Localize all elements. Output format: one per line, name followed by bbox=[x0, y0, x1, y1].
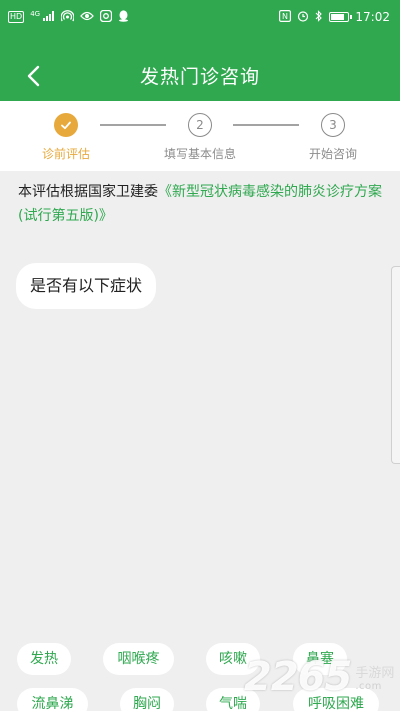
step-indicator: 2 3 诊前评估 填写基本信息 开始咨询 bbox=[0, 101, 400, 171]
signal-icon: 4G bbox=[30, 9, 55, 24]
symptom-chip-chest-tightness[interactable]: 胸闷 bbox=[120, 688, 174, 711]
hotspot-icon bbox=[60, 9, 75, 25]
watermark-number: 2265 bbox=[244, 654, 352, 700]
battery-level bbox=[331, 14, 345, 20]
back-button[interactable] bbox=[20, 62, 48, 90]
step-3-circle: 3 bbox=[321, 113, 345, 137]
step-2-number: 2 bbox=[196, 118, 204, 132]
status-time: 17:02 bbox=[355, 10, 390, 24]
symptom-chip-runny-nose[interactable]: 流鼻涕 bbox=[17, 688, 88, 711]
alarm-icon bbox=[297, 10, 309, 25]
eye-care-icon bbox=[80, 11, 95, 24]
intro-text: 本评估根据国家卫建委 bbox=[18, 184, 158, 200]
step-connector bbox=[100, 124, 166, 126]
step-connector bbox=[233, 124, 299, 126]
nav-bar: 发热门诊咨询 bbox=[0, 50, 400, 100]
step-2-circle: 2 bbox=[188, 113, 212, 137]
battery-icon bbox=[329, 12, 353, 22]
step-3-label: 开始咨询 bbox=[308, 147, 358, 161]
bluetooth-icon bbox=[315, 9, 323, 25]
chevron-left-icon bbox=[27, 65, 40, 87]
side-drawer-handle[interactable] bbox=[391, 266, 400, 464]
status-bar: HD 4G N 17:02 bbox=[0, 0, 400, 34]
step-1-label: 诊前评估 bbox=[41, 147, 91, 161]
step-3-number: 3 bbox=[329, 118, 337, 132]
page-title: 发热门诊咨询 bbox=[139, 65, 260, 88]
qq-browser-icon bbox=[100, 9, 113, 25]
network-type-label: 4G bbox=[30, 9, 41, 18]
symptom-chip-fever[interactable]: 发热 bbox=[17, 643, 71, 675]
qq-icon bbox=[118, 9, 129, 25]
status-bar-left: HD 4G bbox=[8, 9, 129, 25]
step-2-label: 填写基本信息 bbox=[163, 147, 237, 161]
app-header: HD 4G N 17:02 发热门诊咨询 bbox=[0, 0, 400, 101]
question-text: 是否有以下症状 bbox=[30, 276, 143, 295]
watermark: 2265 手游网 .com bbox=[244, 652, 394, 702]
symptom-chip-sore-throat[interactable]: 咽喉疼 bbox=[103, 643, 174, 675]
hd-icon: HD bbox=[8, 11, 25, 23]
checkmark-icon bbox=[61, 121, 71, 130]
step-1-done bbox=[54, 113, 78, 137]
watermark-domain: .com bbox=[355, 681, 382, 692]
question-bubble: 是否有以下症状 bbox=[16, 263, 157, 309]
watermark-site-name: 手游网 bbox=[355, 666, 395, 681]
status-bar-right: N 17:02 bbox=[279, 9, 390, 25]
watermark-text: 手游网 .com bbox=[355, 662, 394, 692]
svg-text:N: N bbox=[282, 12, 288, 21]
assessment-intro: 本评估根据国家卫建委《新型冠状病毒感染的肺炎诊疗方案(试行第五版)》 bbox=[18, 180, 384, 228]
nfc-icon: N bbox=[279, 9, 292, 25]
